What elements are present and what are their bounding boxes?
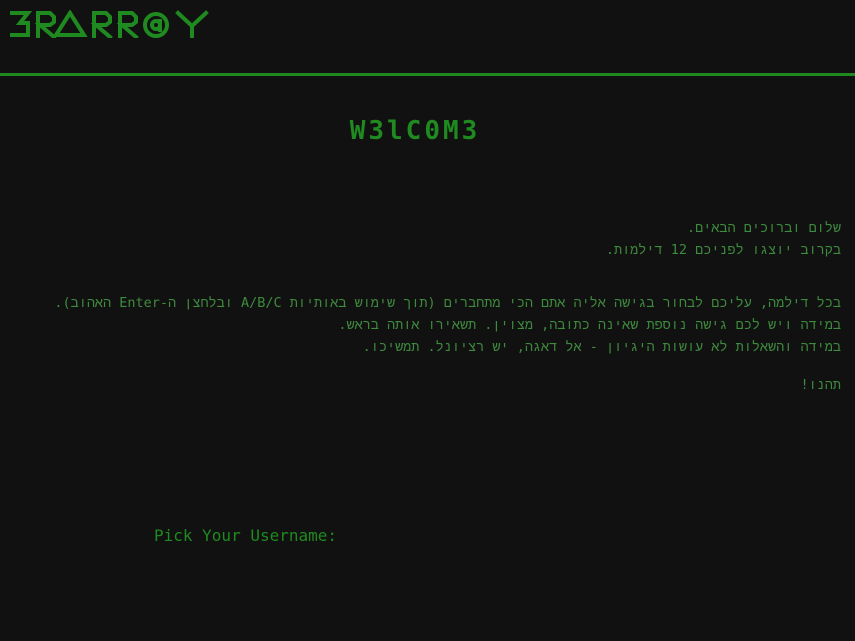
app-logo: [10, 10, 220, 38]
username-prompt: Pick Your Username:: [154, 526, 338, 545]
intro-line: במידה ויש לכם גישה נוספת שאינה כתובה, מצ…: [338, 317, 841, 333]
intro-line: תהנו!: [800, 377, 841, 393]
intro-instructions: בכל דילמה, עליכם לבחור בגישה אליה אתם הכ…: [41, 292, 841, 358]
intro-closing: תהנו!: [41, 374, 841, 396]
intro-line: שלום וברוכים הבאים.: [686, 220, 841, 236]
page-title: W3lC0M3: [349, 116, 481, 146]
header-divider: [0, 73, 855, 76]
intro-greeting: שלום וברוכים הבאים. בקרוב יוצגו לפניכם 1…: [41, 217, 841, 261]
intro-line: בקרוב יוצגו לפניכם 12 דילמות.: [605, 242, 841, 258]
intro-line: בכל דילמה, עליכם לבחור בגישה אליה אתם הכ…: [54, 295, 841, 311]
intro-line: במידה והשאלות לא עושות היגיון - אל דאגה,…: [362, 339, 841, 355]
